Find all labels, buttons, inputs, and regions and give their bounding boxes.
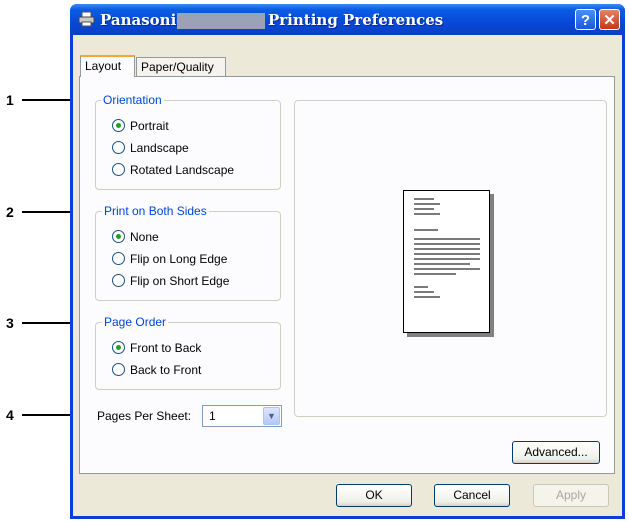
pages-per-sheet-select[interactable]: 1 ▼ <box>202 405 282 427</box>
radio-label: None <box>130 230 159 244</box>
chevron-down-icon[interactable]: ▼ <box>263 407 280 425</box>
preview-text-line <box>414 203 440 205</box>
callout-1: 1 <box>6 92 14 108</box>
preview-text-line <box>414 291 434 293</box>
tab-paper-quality[interactable]: Paper/Quality <box>136 57 226 77</box>
radio-label: Landscape <box>130 141 189 155</box>
radio-button[interactable] <box>112 363 125 376</box>
printer-icon <box>78 11 95 27</box>
preview-text-line <box>414 258 480 260</box>
callout-4: 4 <box>6 407 14 423</box>
close-icon[interactable]: ✕ <box>599 9 620 30</box>
page-order-group-label: Page Order <box>102 315 169 329</box>
radio-button[interactable] <box>112 230 125 243</box>
preview-text-line <box>414 296 440 298</box>
preview-text-line <box>414 268 480 270</box>
preview-text-line <box>414 243 480 245</box>
orientation-group-label: Orientation <box>101 93 164 107</box>
both-sides-group-label: Print on Both Sides <box>102 204 209 218</box>
radio-label: Rotated Landscape <box>130 163 235 177</box>
preview-text-line <box>414 286 428 288</box>
radio-button[interactable] <box>112 252 125 265</box>
cancel-button[interactable]: Cancel <box>434 484 510 507</box>
help-icon[interactable]: ? <box>575 9 596 30</box>
radio-button[interactable] <box>112 119 125 132</box>
redacted-model-name <box>177 13 265 29</box>
radio-button[interactable] <box>112 141 125 154</box>
page-preview <box>403 190 490 333</box>
ok-button[interactable]: OK <box>336 484 412 507</box>
window-title-brand: Panasonic <box>100 11 186 29</box>
radio-label: Front to Back <box>130 341 202 355</box>
pages-per-sheet-label: Pages Per Sheet: <box>97 409 192 423</box>
radio-label: Flip on Long Edge <box>130 252 228 266</box>
preview-text-line <box>414 229 438 231</box>
preview-text-line <box>414 213 440 215</box>
radio-label: Back to Front <box>130 363 202 377</box>
window-title: Printing Preferences <box>268 11 444 29</box>
pages-per-sheet-value: 1 <box>209 409 216 423</box>
callout-2: 2 <box>6 204 14 220</box>
radio-button[interactable] <box>112 163 125 176</box>
apply-button[interactable]: Apply <box>533 484 609 507</box>
preview-text-line <box>414 198 434 200</box>
advanced-button[interactable]: Advanced... <box>512 441 600 464</box>
radio-label: Portrait <box>130 119 169 133</box>
preview-text-line <box>414 253 480 255</box>
preview-text-line <box>414 208 434 210</box>
preview-text-line <box>414 238 480 240</box>
title-bar[interactable]: Panasonic Printing Preferences ? ✕ <box>70 4 625 35</box>
tab-layout[interactable]: Layout <box>80 55 135 77</box>
preview-text-line <box>414 248 480 250</box>
radio-label: Flip on Short Edge <box>130 274 230 288</box>
preview-text-line <box>414 273 456 275</box>
preview-text-line <box>414 263 470 265</box>
radio-button[interactable] <box>112 274 125 287</box>
radio-button[interactable] <box>112 341 125 354</box>
callout-3: 3 <box>6 315 14 331</box>
page-order-group <box>95 322 281 390</box>
